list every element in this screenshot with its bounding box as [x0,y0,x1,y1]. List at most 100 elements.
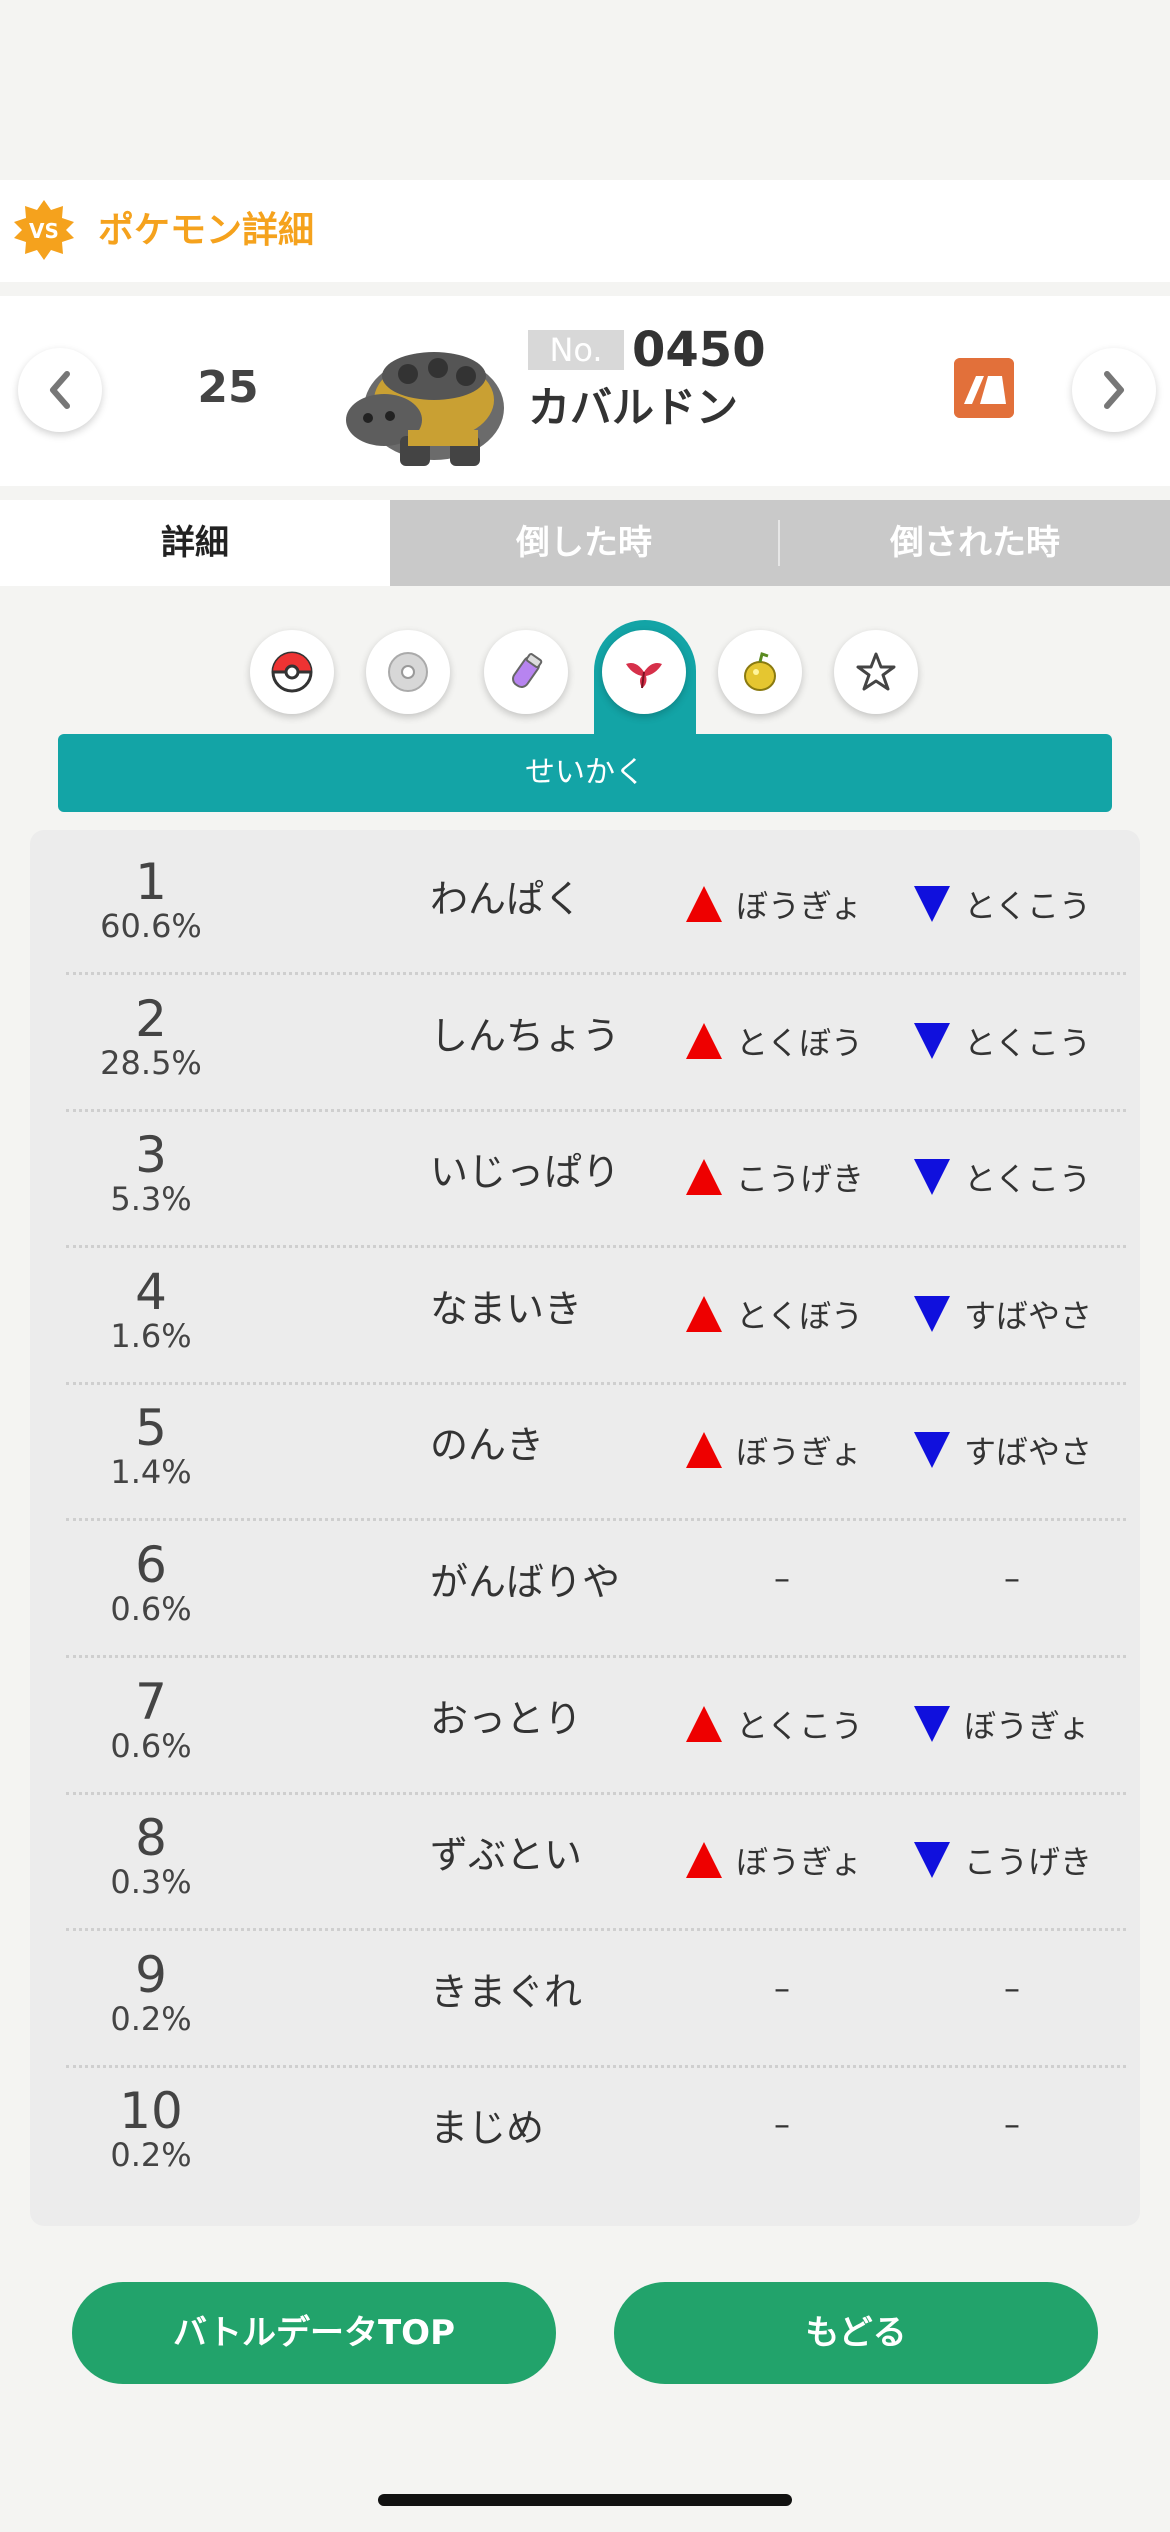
table-row: 9 0.2% きまぐれ – – [66,1929,1126,2068]
triangle-up-icon [686,1705,722,1742]
ability-icon [856,652,896,691]
lowered-stat: すばやさ [912,1426,1122,1476]
lowered-stat: ぼうぎょ [912,1700,1122,1750]
rank-number: 5 [135,1399,167,1458]
triangle-down-icon [914,886,950,922]
usage-percent: 0.3% [110,1863,192,1902]
nature-name: ずぶとい [430,1833,583,1878]
raised-stat-label: こうげき [736,1160,865,1199]
rank-number: 8 [135,1809,167,1868]
usage-rank: 25 [197,362,259,413]
lowered-stat-label: こうげき [964,1843,1093,1882]
no-lowered-stat: – [1004,1968,1020,2007]
pokeball-icon [271,651,313,693]
raised-stat: ぼうぎょ [684,880,884,930]
next-pokemon-button[interactable] [1072,348,1156,432]
triangle-down-icon [914,1022,950,1059]
rank-number: 2 [135,989,167,1048]
category-berry-button[interactable] [718,630,802,714]
nature-name: なまいき [430,1286,583,1331]
tab-details[interactable]: 詳細 [0,500,390,586]
lowered-stat: とくこう [912,1017,1122,1067]
raised-stat: とくこう [684,1700,884,1750]
berry-icon [744,652,776,691]
table-row: 7 0.6% おっとり とくこう ぼうぎょ [66,1656,1126,1795]
pokemon-info-panel: 25 No. 0450 カバルドン [0,296,1170,486]
lowered-stat: とくこう [912,880,1122,930]
lowered-stat: とくこう [912,1153,1122,1203]
page-title: ポケモン詳細 [98,210,315,251]
tab-defeated[interactable]: 倒した時 [390,500,778,586]
usage-percent: 28.5% [100,1043,202,1082]
usage-percent: 1.4% [110,1453,192,1492]
usage-percent: 0.6% [110,1590,192,1628]
triangle-down-icon [914,1295,950,1332]
usage-percent: 60.6% [100,907,202,945]
raised-stat-label: ぼうぎょ [736,1843,863,1882]
triangle-down-icon [914,1705,950,1742]
usage-percent: 0.6% [110,1726,192,1765]
battle-data-top-button[interactable]: バトルデータTOP [72,2282,556,2384]
category-tm-button[interactable] [366,630,450,714]
table-row: 8 0.3% ずぶとい ぼうぎょ こうげき [66,1792,1126,1932]
rank-number: 1 [135,853,167,911]
lowered-stat-label: とくこう [964,1160,1092,1199]
triangle-up-icon [686,1432,722,1469]
table-row: 4 1.6% なまいき とくぼう すばやさ [66,1246,1126,1385]
nature-usage-table: 1 60.6% わんぱく ぼうぎょ とくこう 2 28.5% しんちょう とくぼう とくこう 3 5.… [30,830,1140,2226]
triangle-down-icon [914,1842,950,1879]
nature-name: わんぱく [430,877,583,921]
svg-text:VS: VS [29,219,59,243]
rank-number: 6 [135,1536,167,1594]
category-item-button[interactable] [484,630,568,714]
triangle-down-icon [914,1159,950,1196]
nature-name: まじめ [430,2106,545,2151]
potion-icon [512,653,543,688]
vs-badge-icon: VS [14,200,74,260]
no-raised-stat: – [774,1559,790,1597]
usage-percent: 0.2% [110,1999,192,2038]
raised-stat-label: とくぼう [736,1296,864,1335]
raised-stat-label: とくぼう [736,1023,864,1062]
raised-stat: とくぼう [684,1017,884,1067]
lowered-stat-label: とくこう [964,887,1092,925]
no-raised-stat: – [774,1968,790,2007]
tab-defeated-by[interactable]: 倒された時 [780,500,1170,586]
rank-number: 7 [135,1672,167,1731]
nature-name: おっとり [430,1696,583,1741]
chevron-left-icon [50,371,70,409]
raised-stat-label: ぼうぎょ [736,887,863,925]
usage-percent: 1.6% [110,1316,192,1355]
nature-name: がんばりや [430,1560,621,1604]
number-label: No. [528,330,624,370]
nature-name: きまぐれ [430,1969,583,2014]
triangle-up-icon [686,1295,722,1332]
rank-number: 10 [119,2082,183,2141]
section-title: せいかく [58,734,1112,812]
raised-stat-label: とくこう [736,1706,864,1745]
disc-icon [388,652,428,692]
triangle-down-icon [914,1432,950,1469]
category-moves-button[interactable] [250,630,334,714]
triangle-up-icon [686,886,722,922]
table-row: 2 28.5% しんちょう とくぼう とくこう [66,973,1126,1112]
category-nature-button[interactable] [602,630,686,714]
usage-percent: 0.2% [110,2136,192,2175]
pokemon-name: カバルドン [528,383,739,432]
table-row: 5 1.4% のんき ぼうぎょ すばやさ [66,1382,1126,1522]
triangle-up-icon [686,1022,722,1059]
triangle-up-icon [686,1842,722,1879]
lowered-stat-label: とくこう [964,1023,1092,1062]
no-raised-stat: – [774,2105,790,2144]
ground-type-icon [954,358,1014,418]
category-ability-button[interactable] [834,630,918,714]
no-lowered-stat: – [1004,2105,1020,2144]
rank-number: 4 [135,1262,167,1321]
table-row: 6 0.6% がんばりや – – [66,1519,1126,1658]
lowered-stat-label: すばやさ [964,1433,1093,1472]
triangle-up-icon [686,1159,722,1196]
pokemon-sprite-image [346,352,504,466]
lowered-stat-label: ぼうぎょ [964,1706,1091,1745]
back-button[interactable]: もどる [614,2282,1098,2384]
previous-pokemon-button[interactable] [18,348,102,432]
